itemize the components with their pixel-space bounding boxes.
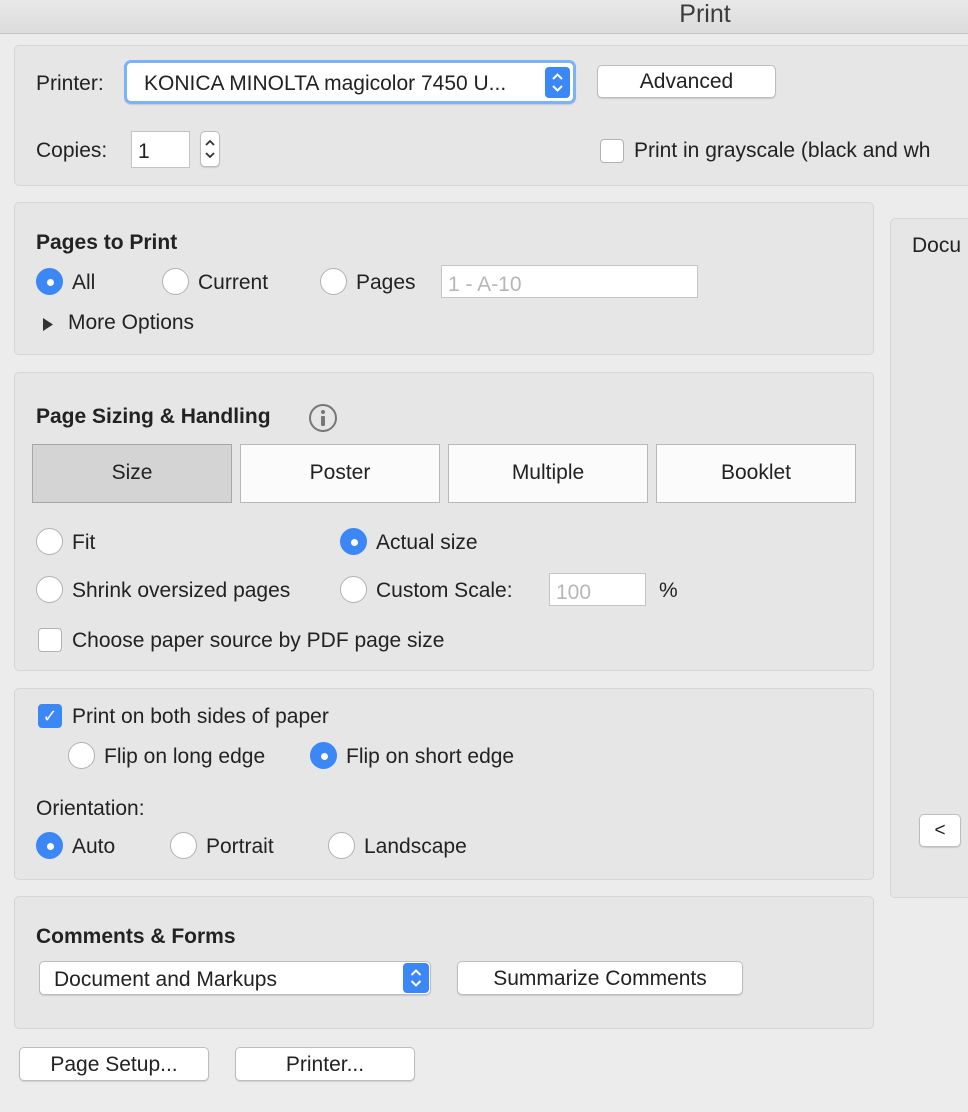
more-options-label[interactable]: More Options: [68, 311, 194, 335]
orientation-landscape-label: Landscape: [364, 835, 467, 858]
tab-size[interactable]: Size: [32, 444, 232, 503]
paper-source-label: Choose paper source by PDF page size: [72, 629, 445, 652]
tab-multiple[interactable]: Multiple: [448, 444, 648, 503]
page-sizing-heading: Page Sizing & Handling: [36, 405, 271, 428]
percent-sign: %: [659, 579, 678, 602]
flip-short-edge-radio[interactable]: [310, 742, 337, 769]
preview-panel: [890, 218, 968, 898]
comments-select-value: Document and Markups: [54, 968, 277, 991]
grayscale-label: Print in grayscale (black and wh: [634, 139, 931, 162]
preview-prev-button[interactable]: <: [919, 814, 961, 847]
both-sides-label: Print on both sides of paper: [72, 705, 329, 728]
comments-heading: Comments & Forms: [36, 925, 236, 948]
flip-short-edge-label: Flip on short edge: [346, 745, 515, 768]
copies-label: Copies:: [36, 139, 108, 162]
actual-size-radio[interactable]: [340, 528, 367, 555]
pages-range-input[interactable]: 1 - A-10: [441, 265, 698, 298]
pages-current-label: Current: [198, 271, 269, 294]
printer-dialog-button[interactable]: Printer...: [235, 1047, 415, 1081]
custom-scale-value: 100: [556, 581, 592, 604]
orientation-portrait-radio[interactable]: [170, 832, 197, 859]
tab-booklet[interactable]: Booklet: [656, 444, 856, 503]
orientation-landscape-radio[interactable]: [328, 832, 355, 859]
copies-field[interactable]: 1: [131, 131, 190, 168]
shrink-label: Shrink oversized pages: [72, 579, 291, 602]
orientation-auto-label: Auto: [72, 835, 116, 858]
flip-long-edge-radio[interactable]: [68, 742, 95, 769]
pages-range-radio[interactable]: [320, 268, 347, 295]
advanced-button[interactable]: Advanced: [597, 65, 776, 98]
copies-stepper[interactable]: [200, 131, 220, 167]
comments-select-arrows-icon: [403, 963, 429, 993]
stepper-arrows-icon: [205, 139, 215, 159]
fit-label: Fit: [72, 531, 96, 554]
pages-to-print-heading: Pages to Print: [36, 231, 178, 254]
fit-radio[interactable]: [36, 528, 63, 555]
orientation-auto-radio[interactable]: [36, 832, 63, 859]
preview-heading: Docu: [912, 234, 962, 257]
pages-all-radio[interactable]: [36, 268, 63, 295]
more-options-disclosure-icon[interactable]: [42, 314, 54, 338]
info-icon[interactable]: [308, 403, 338, 433]
shrink-radio[interactable]: [36, 576, 63, 603]
flip-long-edge-label: Flip on long edge: [104, 745, 266, 768]
custom-scale-input[interactable]: 100: [549, 573, 646, 606]
pages-current-radio[interactable]: [162, 268, 189, 295]
copies-value: 1: [138, 140, 150, 163]
printer-select-arrows-icon: [545, 67, 570, 98]
pages-range-placeholder: 1 - A-10: [448, 273, 522, 296]
custom-scale-radio[interactable]: [340, 576, 367, 603]
orientation-label: Orientation:: [36, 797, 145, 820]
grayscale-checkbox[interactable]: [600, 139, 624, 163]
summarize-comments-button[interactable]: Summarize Comments: [457, 961, 743, 995]
pages-all-label: All: [72, 271, 96, 294]
actual-size-label: Actual size: [376, 531, 478, 554]
custom-scale-label: Custom Scale:: [376, 579, 513, 602]
both-sides-checkbox[interactable]: ✓: [38, 704, 62, 728]
title-bar: Print: [0, 0, 968, 34]
orientation-portrait-label: Portrait: [206, 835, 274, 858]
printer-label: Printer:: [36, 72, 104, 95]
printer-select-value: KONICA MINOLTA magicolor 7450 U...: [144, 72, 507, 95]
tab-poster[interactable]: Poster: [240, 444, 440, 503]
window-title: Print: [679, 0, 731, 28]
comments-select[interactable]: Document and Markups: [39, 961, 431, 995]
paper-source-checkbox[interactable]: [38, 628, 62, 652]
pages-range-label: Pages: [356, 271, 416, 294]
printer-select[interactable]: KONICA MINOLTA magicolor 7450 U...: [124, 60, 576, 104]
page-setup-button[interactable]: Page Setup...: [19, 1047, 209, 1081]
